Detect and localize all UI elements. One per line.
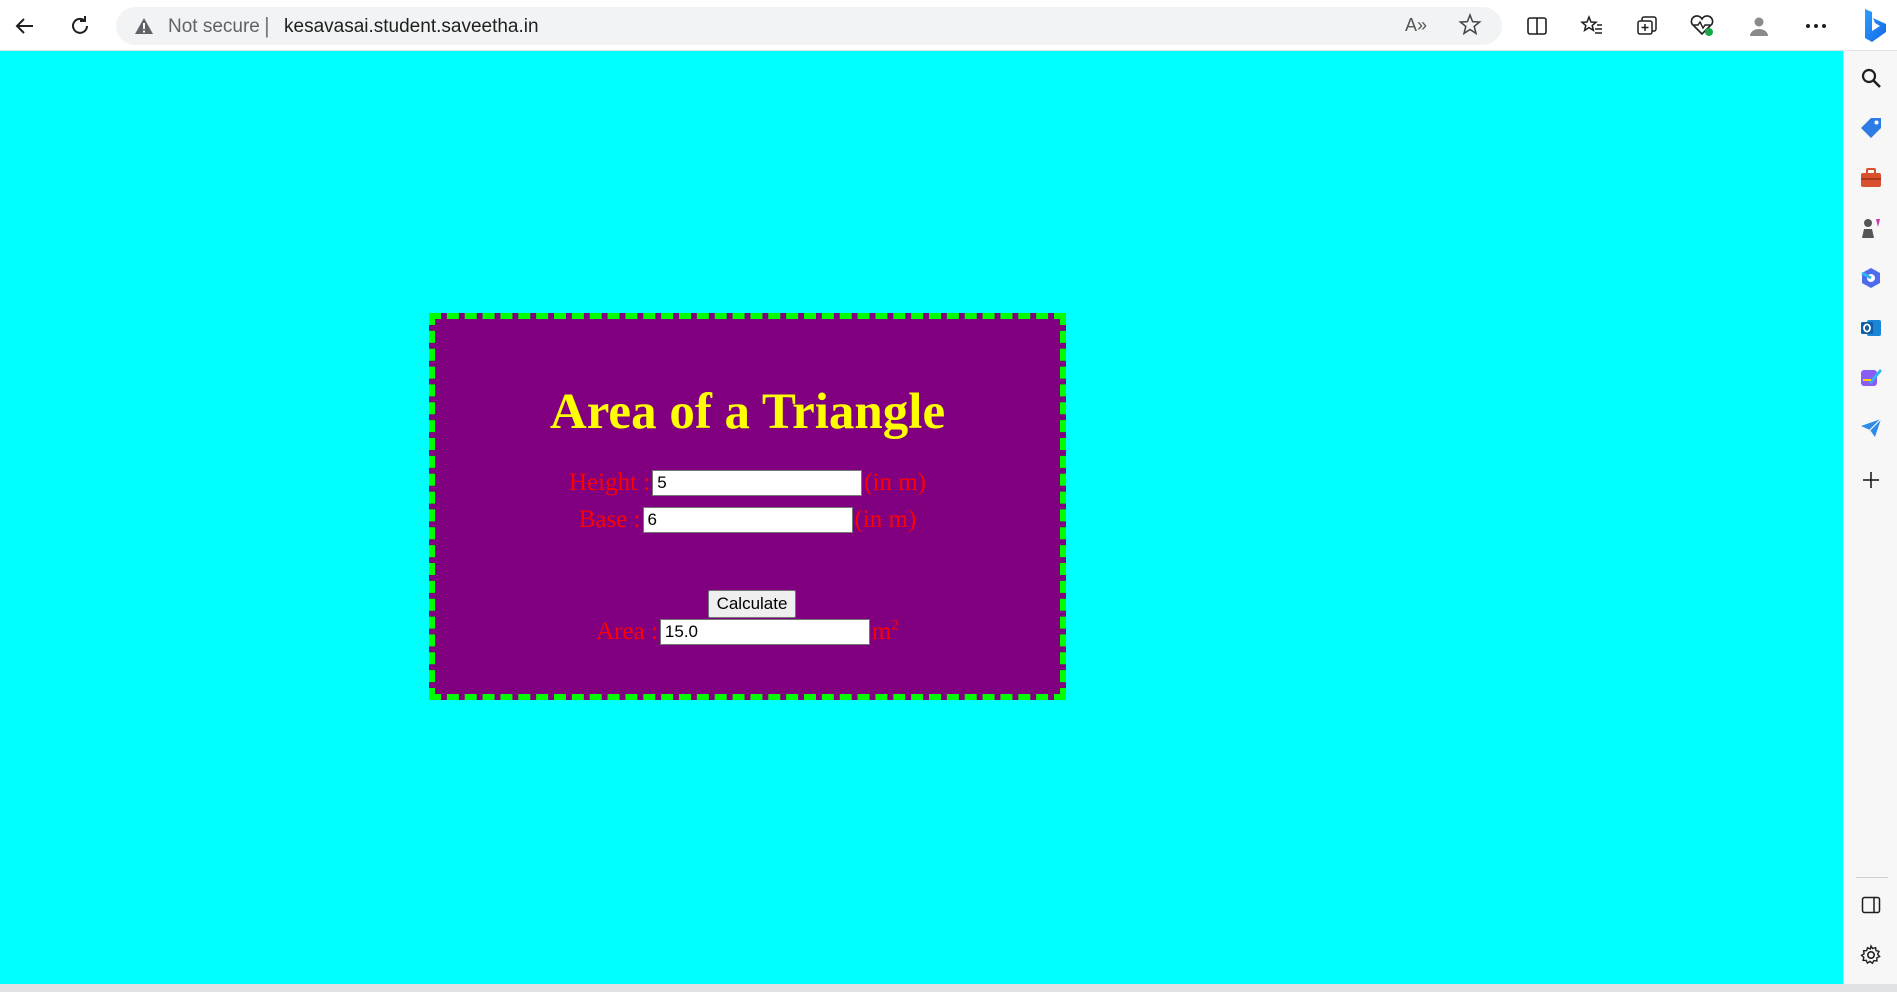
base-unit: (in m) (854, 506, 917, 533)
area-label: Area : (596, 618, 658, 645)
back-arrow-icon[interactable] (8, 9, 42, 43)
area-unit-base: m (871, 618, 892, 645)
sidebar-divider (1856, 877, 1888, 878)
shopping-icon[interactable] (1857, 114, 1885, 142)
calculate-button[interactable]: Calculate (708, 590, 796, 618)
address-separator: | (264, 13, 270, 38)
refresh-icon[interactable] (63, 9, 97, 43)
designer-icon[interactable] (1857, 364, 1885, 392)
url-text[interactable]: kesavasai.student.saveetha.in (284, 16, 539, 38)
page-title: Area of a Triangle (549, 384, 946, 440)
height-unit: (in m) (864, 469, 927, 496)
area-output[interactable] (659, 619, 870, 645)
settings-icon[interactable] (1857, 941, 1885, 969)
read-aloud-icon[interactable]: A» (1405, 15, 1427, 36)
tools-icon[interactable] (1857, 164, 1885, 192)
height-label: Height : (568, 469, 651, 496)
warning-icon[interactable] (134, 17, 154, 40)
more-icon[interactable] (1799, 9, 1833, 43)
area-unit-exponent: 2 (891, 617, 899, 634)
page-viewport: Area of a Triangle Height : (in m) Base … (0, 51, 1843, 984)
area-unit: m2 (872, 618, 899, 646)
microsoft365-icon[interactable] (1857, 264, 1885, 292)
performance-icon[interactable] (1685, 9, 1719, 43)
search-icon[interactable] (1857, 64, 1885, 92)
browser-toolbar: Not secure | kesavasai.student.saveetha.… (0, 0, 1897, 51)
area-row: Area : m2 (435, 618, 1060, 646)
split-screen-icon[interactable] (1520, 9, 1554, 43)
hide-sidebar-icon[interactable] (1857, 891, 1885, 919)
height-row: Height : (in m) (435, 469, 1060, 497)
edge-sidebar (1843, 51, 1897, 984)
send-icon[interactable] (1857, 414, 1885, 442)
base-input[interactable] (642, 507, 853, 533)
window-bottom-edge (0, 984, 1897, 992)
favorites-icon[interactable] (1575, 9, 1609, 43)
security-label[interactable]: Not secure (168, 16, 260, 38)
add-icon[interactable] (1857, 466, 1885, 494)
games-icon[interactable] (1857, 214, 1885, 242)
base-label: Base : (578, 506, 641, 533)
base-row: Base : (in m) (435, 506, 1060, 534)
profile-icon[interactable] (1742, 9, 1776, 43)
height-input[interactable] (652, 470, 863, 496)
collections-icon[interactable] (1630, 9, 1664, 43)
favorite-star-icon[interactable] (1458, 12, 1482, 42)
triangle-area-card: Area of a Triangle Height : (in m) Base … (429, 313, 1066, 700)
bing-icon[interactable] (1855, 6, 1895, 46)
address-bar[interactable]: Not secure | kesavasai.student.saveetha.… (116, 7, 1502, 45)
outlook-icon[interactable] (1857, 314, 1885, 342)
